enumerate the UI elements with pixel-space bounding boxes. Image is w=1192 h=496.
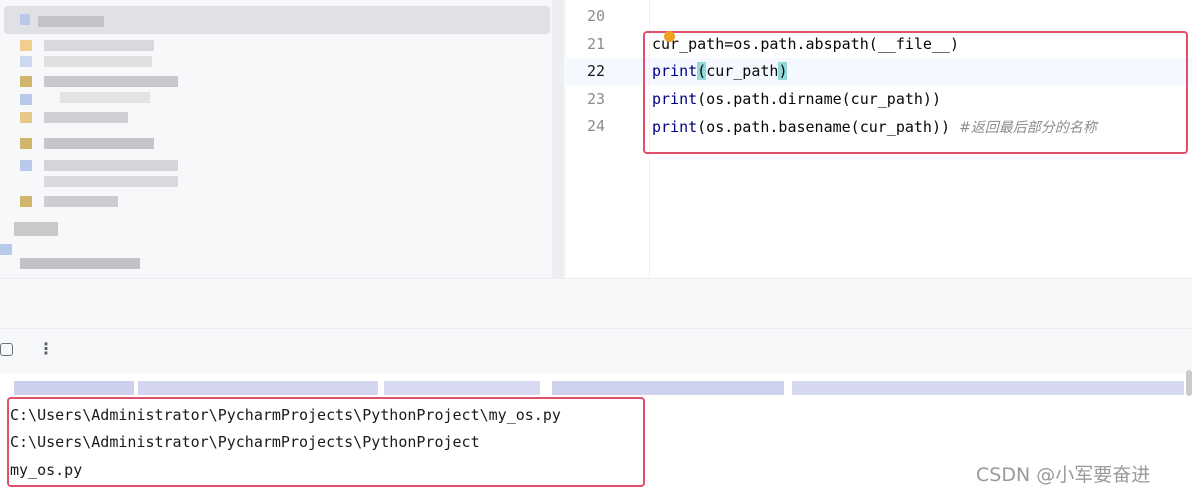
line-number-current: 22 [586,62,606,80]
more-vertical-icon[interactable]: ⋮ [38,339,54,358]
blur-block [20,258,140,269]
breakpoint-dot-icon[interactable] [664,31,675,42]
blur-block [44,76,178,87]
code-highlight-box [643,31,1188,154]
line-number: 24 [586,117,606,135]
run-tab-blurred [0,278,600,328]
blur-block [14,381,134,395]
blur-block [44,160,178,171]
blur-block [44,138,154,149]
blur-block [44,56,152,67]
blur-block [44,196,118,207]
line-number: 20 [586,7,606,25]
line-number: 23 [586,90,606,108]
blur-block [14,222,58,236]
blur-block [38,16,104,27]
blur-block [384,381,540,395]
blur-block [60,92,150,103]
watermark: CSDN @小军要奋进 [976,464,1151,486]
blur-block [20,14,30,25]
blur-block [138,381,378,395]
blur-block [20,112,32,123]
blur-block [44,176,178,187]
blur-block [20,40,32,51]
blur-block [20,76,32,87]
blur-block [0,244,12,255]
blur-block [44,112,128,123]
blur-block [20,94,32,105]
blur-block [20,56,32,67]
run-output-scrollbar[interactable] [1186,370,1192,396]
run-command-blurred [8,379,1184,395]
blur-block [20,160,32,171]
blur-block [20,196,32,207]
blur-block [44,40,154,51]
stop-icon[interactable] [0,343,13,356]
blur-block [792,381,1184,395]
run-toolbar [0,328,1192,373]
blur-block [552,381,784,395]
line-number: 21 [586,35,606,53]
blur-block [20,138,32,149]
output-highlight-box [7,397,645,487]
